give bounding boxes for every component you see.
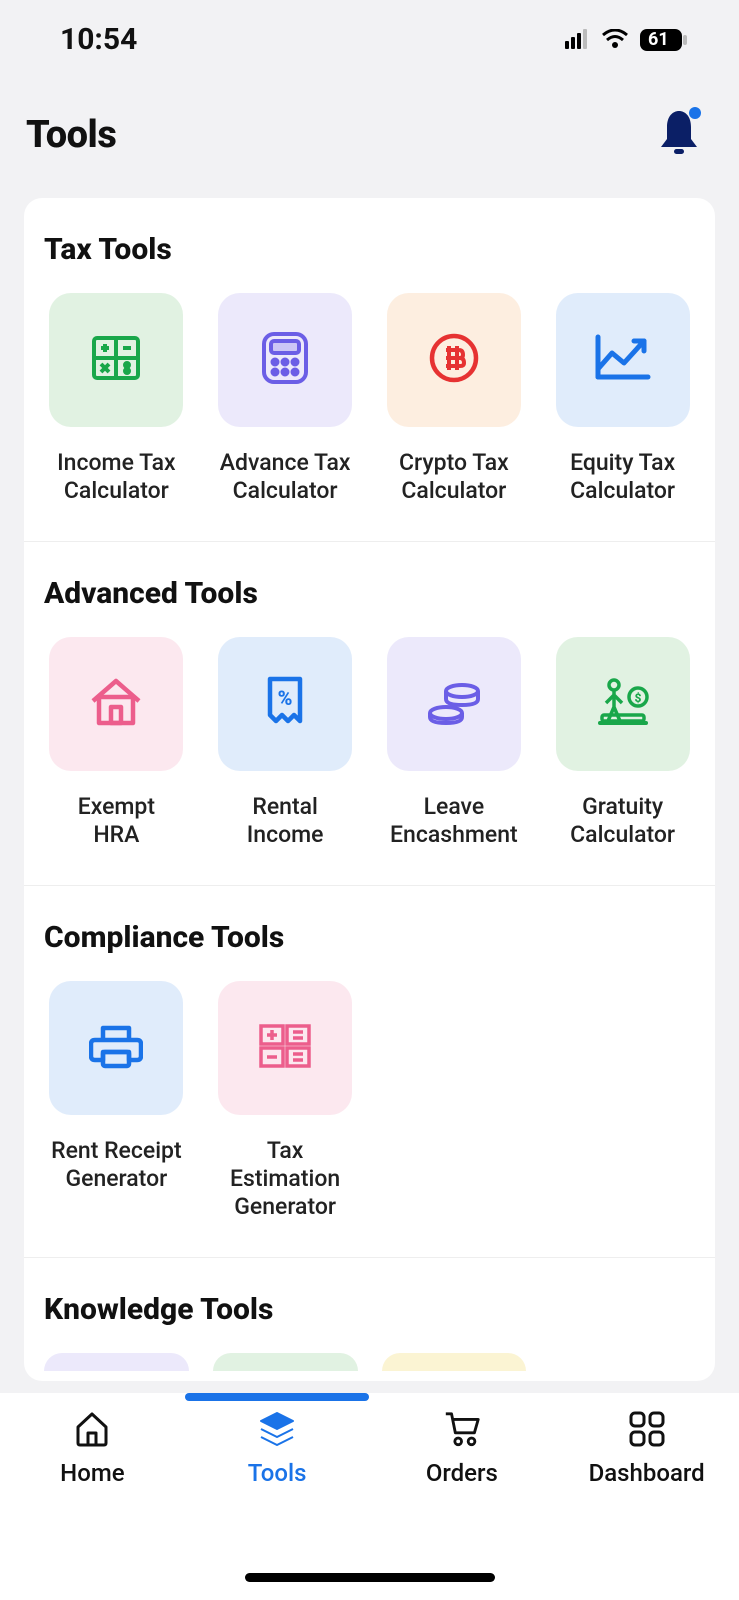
status-right: 61 bbox=[565, 22, 689, 57]
signal-icon bbox=[565, 22, 591, 57]
tool-income-tax-calculator[interactable]: Income Tax Calculator bbox=[44, 293, 189, 505]
tool-rental-income[interactable]: % Rental Income bbox=[213, 637, 358, 849]
tool-label: Rental Income bbox=[247, 793, 324, 849]
tool-knowledge-2[interactable] bbox=[213, 1353, 358, 1371]
section-title-knowledge: Knowledge Tools bbox=[44, 1292, 695, 1327]
nav-tools[interactable]: Tools bbox=[185, 1399, 370, 1600]
nav-label: Tools bbox=[248, 1459, 307, 1487]
status-time: 10:54 bbox=[60, 22, 137, 57]
cart-icon bbox=[442, 1409, 482, 1449]
tool-crypto-tax-calculator[interactable]: Crypto Tax Calculator bbox=[382, 293, 527, 505]
tile bbox=[49, 637, 183, 771]
bottom-nav: Home Tools Orders bbox=[0, 1393, 739, 1600]
tile: $ bbox=[556, 637, 690, 771]
tool-label: Exempt HRA bbox=[78, 793, 155, 849]
tile bbox=[387, 293, 521, 427]
tool-label: Tax Estimation Generator bbox=[213, 1137, 358, 1221]
calculator-simple-icon bbox=[88, 330, 144, 390]
tool-tax-estimation-generator[interactable]: Tax Estimation Generator bbox=[213, 981, 358, 1221]
section-title-advanced: Advanced Tools bbox=[44, 576, 695, 611]
bitcoin-icon bbox=[427, 331, 481, 389]
svg-text:%: % bbox=[278, 686, 293, 710]
tile bbox=[556, 293, 690, 427]
nav-home[interactable]: Home bbox=[0, 1399, 185, 1600]
section-title-compliance: Compliance Tools bbox=[44, 920, 695, 955]
tool-label: Leave Encashment bbox=[390, 793, 518, 849]
tile bbox=[218, 981, 352, 1115]
tool-leave-encashment[interactable]: Leave Encashment bbox=[382, 637, 527, 849]
grid-icon bbox=[627, 1409, 667, 1449]
section-advanced-tools: Advanced Tools Exempt HRA bbox=[24, 542, 715, 886]
chart-line-icon bbox=[594, 333, 652, 387]
page-header: Tools bbox=[0, 67, 739, 187]
nav-dashboard[interactable]: Dashboard bbox=[554, 1399, 739, 1600]
tool-knowledge-1[interactable] bbox=[44, 1353, 189, 1371]
tool-equity-tax-calculator[interactable]: Equity Tax Calculator bbox=[550, 293, 695, 505]
section-tax-tools: Tax Tools bbox=[24, 198, 715, 542]
tile bbox=[49, 293, 183, 427]
calculator-icon bbox=[260, 330, 310, 390]
tile bbox=[387, 637, 521, 771]
tool-label: Rent Receipt Generator bbox=[51, 1137, 182, 1193]
notifications-button[interactable] bbox=[655, 107, 703, 163]
nav-label: Orders bbox=[426, 1459, 498, 1487]
tool-label: Crypto Tax Calculator bbox=[399, 449, 509, 505]
house-icon bbox=[89, 677, 143, 731]
tile bbox=[218, 293, 352, 427]
printer-icon bbox=[89, 1022, 143, 1074]
status-bar: 10:54 61 bbox=[0, 0, 739, 67]
tool-knowledge-3[interactable] bbox=[382, 1353, 527, 1371]
tool-label: Equity Tax Calculator bbox=[570, 449, 675, 505]
home-indicator bbox=[245, 1573, 495, 1582]
tool-label: Advance Tax Calculator bbox=[220, 449, 351, 505]
receipt-icon: % bbox=[264, 675, 306, 733]
section-compliance-tools: Compliance Tools Rent Receipt Generator bbox=[24, 886, 715, 1258]
page-title: Tools bbox=[26, 113, 116, 157]
calculator-grid-icon bbox=[259, 1024, 311, 1072]
tile bbox=[49, 981, 183, 1115]
section-title-tax: Tax Tools bbox=[44, 232, 695, 267]
layers-icon bbox=[257, 1409, 297, 1449]
person-money-icon: $ bbox=[594, 677, 652, 731]
nav-label: Home bbox=[60, 1459, 124, 1487]
tools-scroll[interactable]: Tax Tools bbox=[0, 198, 739, 1393]
battery-icon: 61 bbox=[639, 28, 689, 52]
section-knowledge-tools: Knowledge Tools bbox=[24, 1258, 715, 1381]
tool-exempt-hra[interactable]: Exempt HRA bbox=[44, 637, 189, 849]
tool-label: Income Tax Calculator bbox=[57, 449, 175, 505]
nav-indicator bbox=[185, 1393, 369, 1401]
tools-card: Tax Tools bbox=[24, 198, 715, 1381]
tool-label: Gratuity Calculator bbox=[570, 793, 675, 849]
svg-text:$: $ bbox=[634, 691, 641, 705]
tool-rent-receipt-generator[interactable]: Rent Receipt Generator bbox=[44, 981, 189, 1221]
coins-icon bbox=[426, 679, 482, 729]
tool-gratuity-calculator[interactable]: $ Gratuity Calculator bbox=[550, 637, 695, 849]
tile: % bbox=[218, 637, 352, 771]
wifi-icon bbox=[601, 22, 629, 57]
nav-label: Dashboard bbox=[589, 1459, 705, 1487]
home-icon bbox=[72, 1409, 112, 1449]
nav-orders[interactable]: Orders bbox=[370, 1399, 555, 1600]
tool-advance-tax-calculator[interactable]: Advance Tax Calculator bbox=[213, 293, 358, 505]
